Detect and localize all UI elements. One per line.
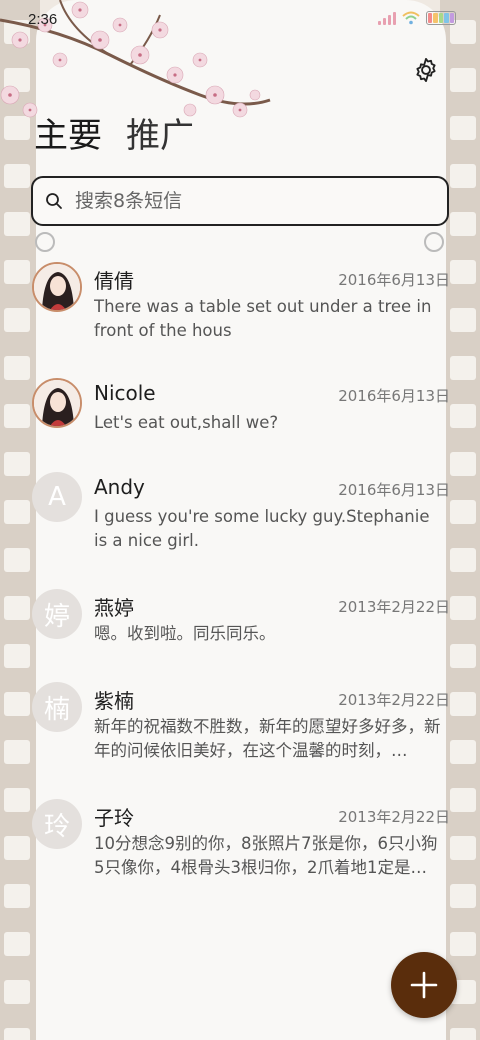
message-preview: There was a table set out under a tree i… [94,297,432,340]
plus-icon [410,971,438,999]
message-date: 2016年6月13日 [338,481,450,499]
film-sprocket-hole [450,932,476,956]
film-sprocket-hole [450,164,476,188]
search-icon [46,193,62,209]
film-sprocket-hole [4,212,30,236]
message-preview: 嗯。收到啦。同乐同乐。 [94,624,276,643]
avatar: 婷 [32,589,82,639]
status-time: 2:36 [28,11,58,28]
film-sprocket-hole [450,116,476,140]
battery-icon [426,11,456,25]
film-sprocket-hole [4,116,30,140]
message-item[interactable]: Nicole 2016年6月13日 Let's eat out,shall we… [0,371,480,461]
portrait-image [34,264,80,310]
message-item[interactable]: 婷 燕婷 2013年2月22日 嗯。收到啦。同乐同乐。 [0,582,480,672]
message-sender: Andy [94,475,145,499]
settings-button[interactable] [412,56,440,84]
portrait-image [34,380,80,426]
signal-icon [378,11,396,25]
film-sprocket-hole [4,980,30,1004]
wifi-icon [402,11,420,25]
film-sprocket-hole [450,1028,476,1040]
message-preview: 10分想念9别的你，8张照片7张是你，6只小狗5只像你，4根骨头3根归你，2爪着… [94,834,438,877]
message-sender: 子玲 [94,806,134,830]
message-date: 2013年2月22日 [338,808,450,826]
status-bar: 2:36 [0,0,480,40]
avatar: 楠 [32,682,82,732]
message-item[interactable]: 楠 紫楠 2013年2月22日 新年的祝福数不胜数，新年的愿望好多好多，新年的问… [0,675,480,785]
message-date: 2016年6月13日 [338,271,450,289]
message-preview: 新年的祝福数不胜数，新年的愿望好多好多，新年的问候依旧美好，在这个温馨的时刻，… [94,717,441,760]
message-date: 2013年2月22日 [338,691,450,709]
message-sender: 燕婷 [94,596,134,620]
film-sprocket-hole [450,68,476,92]
tab-bar: 主要 推广 [34,108,194,157]
message-preview: Let's eat out,shall we? [94,413,279,432]
tab-promotions[interactable]: 推广 [126,108,194,157]
ring-decoration-right [424,232,444,252]
film-sprocket-hole [4,1028,30,1040]
message-item[interactable]: 玲 子玲 2013年2月22日 10分想念9别的你，8张照片7张是你，6只小狗5… [0,792,480,902]
message-date: 2016年6月13日 [338,387,450,405]
avatar: A [32,472,82,522]
avatar: 玲 [32,799,82,849]
compose-button[interactable] [391,952,457,1018]
message-sender: 倩倩 [94,269,134,293]
film-sprocket-hole [450,212,476,236]
gear-icon [416,57,436,83]
avatar [32,378,82,428]
film-sprocket-hole [4,932,30,956]
message-item[interactable]: A Andy 2016年6月13日 I guess you're some lu… [0,465,480,575]
status-icons [378,11,456,25]
ring-decoration-left [35,232,55,252]
message-item[interactable]: 倩倩 2016年6月13日 There was a table set out … [0,255,480,365]
film-sprocket-hole [4,68,30,92]
search-input[interactable] [75,190,415,212]
message-sender: Nicole [94,381,156,405]
avatar [32,262,82,312]
search-bar[interactable] [31,176,449,226]
film-sprocket-hole [4,164,30,188]
message-preview: I guess you're some lucky guy.Stephanie … [94,507,430,550]
message-sender: 紫楠 [94,689,134,713]
tab-primary[interactable]: 主要 [34,108,102,157]
message-date: 2013年2月22日 [338,598,450,616]
